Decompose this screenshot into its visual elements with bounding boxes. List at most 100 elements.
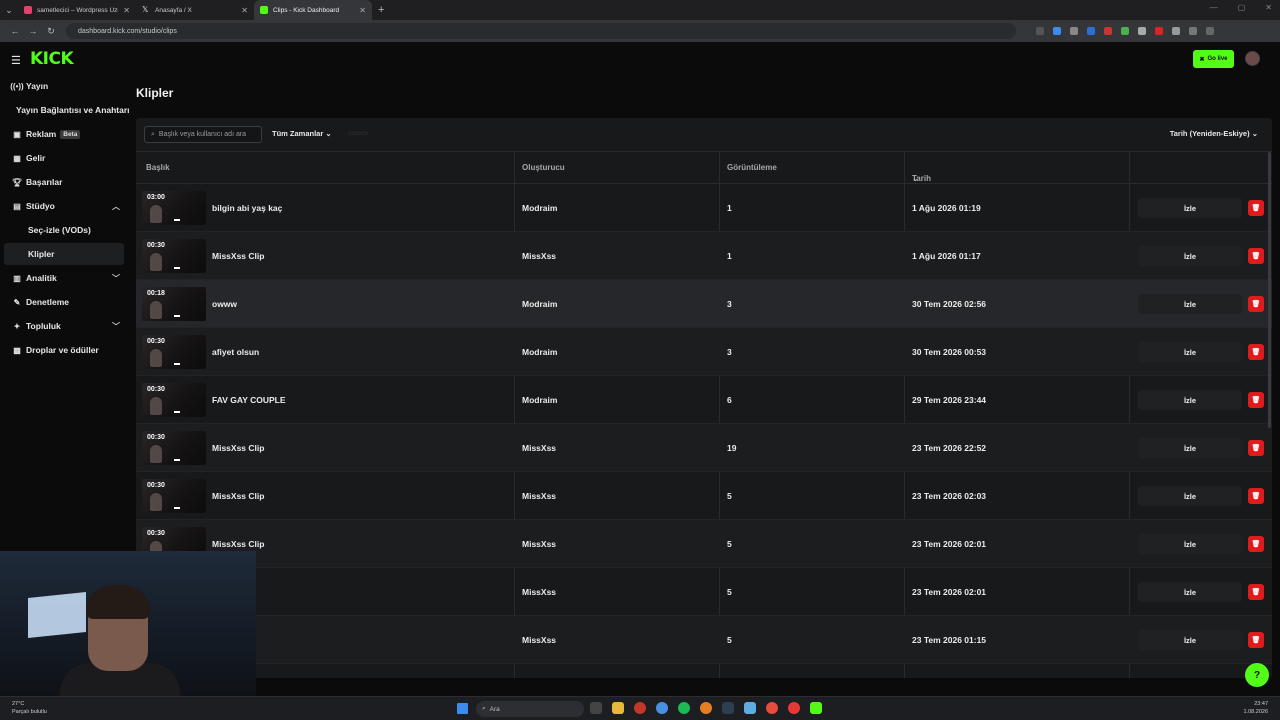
spotify-icon[interactable]	[678, 702, 690, 714]
windows-start-icon[interactable]	[457, 703, 468, 714]
clip-thumbnail[interactable]: 00:30	[142, 383, 206, 417]
sidebar-item-basarilar[interactable]: 🏆︎ Başarılar	[4, 171, 124, 193]
tab-list-icon[interactable]: ⌄	[0, 5, 18, 16]
extension-icon[interactable]	[1087, 27, 1095, 35]
extension-icon[interactable]	[1138, 27, 1146, 35]
app-icon[interactable]	[788, 702, 800, 714]
clip-thumbnail[interactable]: 00:30	[142, 479, 206, 513]
watch-button[interactable]: İzle	[1138, 486, 1242, 506]
watch-button[interactable]: İzle	[1138, 294, 1242, 314]
reload-icon[interactable]: ↻	[42, 26, 60, 37]
delete-button[interactable]: 🗑︎	[1248, 248, 1264, 264]
back-icon[interactable]: ←	[6, 26, 24, 36]
puzzle-icon[interactable]	[1172, 27, 1180, 35]
watch-button[interactable]: İzle	[1138, 246, 1242, 266]
sidebar-item-reklam[interactable]: ▣ Reklam Beta	[4, 123, 124, 145]
extension-icon[interactable]	[1070, 27, 1078, 35]
delete-button[interactable]: 🗑︎	[1248, 632, 1264, 648]
table-row[interactable]: 00:30 MissXss Clip MissXss 1 1 Ağu 2026 01:1…	[136, 232, 1272, 280]
delete-button[interactable]: 🗑︎	[1248, 488, 1264, 504]
support-chat-button[interactable]: ?	[1245, 663, 1269, 687]
close-icon[interactable]: ✕	[359, 6, 366, 15]
minimize-icon[interactable]: —	[1210, 3, 1218, 12]
delete-button[interactable]: 🗑︎	[1248, 200, 1264, 216]
watch-button[interactable]: İzle	[1138, 198, 1242, 218]
scrollbar[interactable]	[1268, 152, 1271, 428]
weather-widget[interactable]: 27°C Parçalı bulutlu	[12, 700, 47, 716]
new-tab-icon[interactable]: +	[378, 4, 384, 16]
chrome-icon[interactable]	[766, 702, 778, 714]
file-explorer-icon[interactable]	[612, 702, 624, 714]
watch-button[interactable]: İzle	[1138, 534, 1242, 554]
system-tray[interactable]: 23:47 1.08.2026	[1244, 700, 1268, 716]
watch-button[interactable]: İzle	[1138, 438, 1242, 458]
tab-kick-dashboard[interactable]: Clips - Kick Dashboard ✕	[254, 0, 372, 20]
extension-icon[interactable]	[1104, 27, 1112, 35]
tab-wordpress[interactable]: sametlecici – Wordpress Uzma ✕	[18, 0, 136, 20]
app-icon[interactable]	[744, 702, 756, 714]
taskbar-search[interactable]: ⌕ Ara	[476, 701, 584, 717]
time-filter-dropdown[interactable]: Tüm Zamanlar ⌄	[272, 129, 332, 138]
kick-logo[interactable]: KICK	[30, 49, 74, 69]
delete-button[interactable]: 🗑︎	[1248, 536, 1264, 552]
watch-button[interactable]: İzle	[1138, 390, 1242, 410]
maximize-icon[interactable]: ▢	[1238, 3, 1246, 12]
close-icon[interactable]: ✕	[123, 6, 130, 15]
sidebar-item-studyo[interactable]: ▤ Stüdyo ︿	[4, 195, 124, 217]
table-row[interactable]: 00:30 afiyet olsun Modraim 3 30 Tem 2026 00:…	[136, 328, 1272, 376]
sidebar-item-yayin[interactable]: ((•)) Yayın	[4, 75, 124, 97]
clip-thumbnail[interactable]: 00:30	[142, 239, 206, 273]
app-icon[interactable]	[634, 702, 646, 714]
watch-button[interactable]: İzle	[1138, 342, 1242, 362]
table-row[interactable]: 00:30 FAV GAY COUPLE Modraim 6 29 Tem 2026 2…	[136, 376, 1272, 424]
table-row[interactable]: ipMissXss523 Tem 2026 01:15İzle🗑︎	[136, 616, 1272, 664]
sidebar-item-droplar[interactable]: ▩ Droplar ve ödüller	[4, 339, 124, 361]
table-row[interactable]: 00:18 owww Modraim 3 30 Tem 2026 02:56 İzle 🗑︎	[136, 280, 1272, 328]
sidebar-item-denetleme[interactable]: ✎ Denetleme	[4, 291, 124, 313]
extension-icon[interactable]	[1155, 27, 1163, 35]
table-row[interactable]: 00:30 MissXss Clip MissXss 19 23 Tem 2026 22…	[136, 424, 1272, 472]
app-icon[interactable]	[700, 702, 712, 714]
download-icon[interactable]	[1189, 27, 1197, 35]
table-row[interactable]: 00:30 MissXss Clip MissXss 5 23 Tem 2026 02:…	[136, 520, 1272, 568]
watch-button[interactable]: İzle	[1138, 582, 1242, 602]
clip-thumbnail[interactable]: 00:30	[142, 431, 206, 465]
url-field[interactable]: dashboard.kick.com/studio/clips	[66, 23, 1016, 39]
clip-thumbnail[interactable]: 00:18	[142, 287, 206, 321]
sidebar-item-gelir[interactable]: ▦ Gelir	[4, 147, 124, 169]
delete-button[interactable]: 🗑︎	[1248, 392, 1264, 408]
sidebar-item-stream-key[interactable]: Yayın Bağlantısı ve Anahtarı	[16, 99, 136, 121]
clip-thumbnail[interactable]: 03:00	[142, 191, 206, 225]
steam-icon[interactable]	[722, 702, 734, 714]
sidebar-item-klipler[interactable]: Klipler	[4, 243, 124, 265]
avatar[interactable]	[1245, 51, 1260, 66]
menu-icon[interactable]: ☰	[11, 54, 21, 67]
kick-app-icon[interactable]	[810, 702, 822, 714]
close-window-icon[interactable]: ✕	[1265, 3, 1272, 12]
delete-button[interactable]: 🗑︎	[1248, 344, 1264, 360]
sidebar-item-topluluk[interactable]: ✦ Topluluk ﹀	[4, 315, 124, 337]
sort-dropdown[interactable]: Tarih (Yeniden-Eskiye) ⌄	[1170, 129, 1258, 138]
go-live-button[interactable]: ✖ Go live	[1193, 50, 1234, 68]
app-icon[interactable]	[656, 702, 668, 714]
extension-icon[interactable]	[1053, 27, 1061, 35]
table-row[interactable]: 03:00 bilgin abi yaş kaç Modraim 1 1 Ağu 202…	[136, 184, 1272, 232]
delete-button[interactable]: 🗑︎	[1248, 296, 1264, 312]
extension-icon[interactable]	[1036, 27, 1044, 35]
task-view-icon[interactable]	[590, 702, 602, 714]
sidebar-item-analitik[interactable]: ▥ Analitik ﹀	[4, 267, 124, 289]
profile-icon[interactable]	[1206, 27, 1214, 35]
search-input[interactable]: ⌕ Başlık veya kullanıcı adı ara	[144, 126, 262, 143]
delete-button[interactable]: 🗑︎	[1248, 440, 1264, 456]
table-row[interactable]: 00:30 MissXss Clip MissXss 5 23 Tem 2026 02:…	[136, 472, 1272, 520]
clip-thumbnail[interactable]: 00:30	[142, 335, 206, 369]
sidebar-item-label: Droplar ve ödüller	[26, 345, 99, 355]
sidebar-item-vods[interactable]: Seç-izle (VODs)	[4, 219, 124, 241]
watch-button[interactable]: İzle	[1138, 630, 1242, 650]
table-row[interactable]: ipMissXss523 Tem 2026 02:01İzle🗑︎	[136, 568, 1272, 616]
close-icon[interactable]: ✕	[241, 6, 248, 15]
extension-icon[interactable]	[1121, 27, 1129, 35]
tab-x[interactable]: 𝕏 Anasayfa / X ✕	[136, 0, 254, 20]
delete-button[interactable]: 🗑︎	[1248, 584, 1264, 600]
forward-icon[interactable]: →	[24, 26, 42, 36]
